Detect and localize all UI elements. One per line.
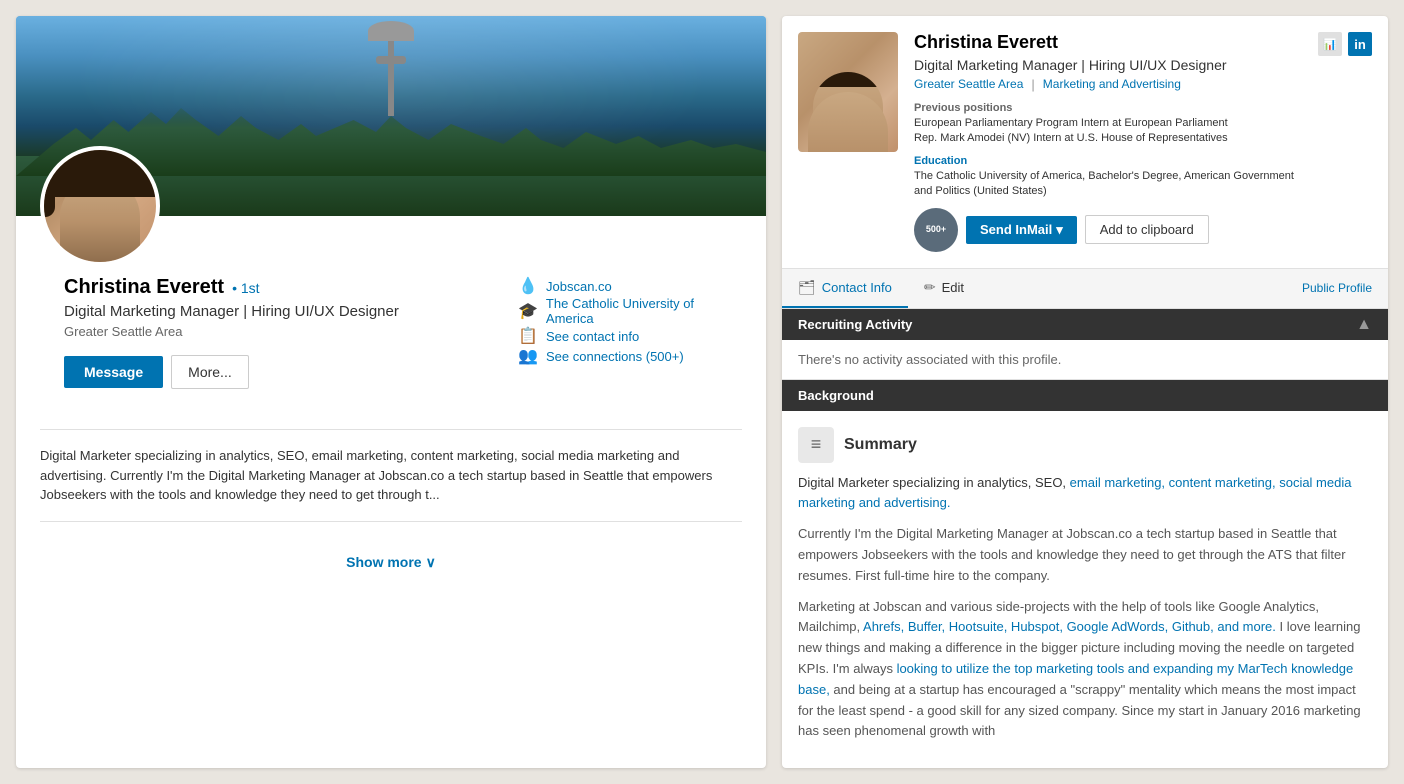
inmail-row: Send InMail ▾ Add to clipboard bbox=[966, 215, 1209, 244]
send-inmail-label: Send InMail bbox=[980, 222, 1052, 237]
profile-summary: Digital Marketer specializing in analyti… bbox=[40, 446, 742, 522]
summary-title-row: ≡ Summary bbox=[798, 427, 1372, 463]
connections-text: See connections (500+) bbox=[546, 349, 684, 364]
more-button[interactable]: More... bbox=[171, 355, 249, 389]
email-marketing-link[interactable]: email marketing, content marketing, soci… bbox=[798, 475, 1351, 511]
candidate-title: Digital Marketing Manager | Hiring UI/UX… bbox=[914, 57, 1302, 73]
header-actions: 📊 in bbox=[1318, 32, 1372, 64]
public-profile-link[interactable]: Public Profile bbox=[1286, 271, 1388, 305]
show-more-row: Show more ∨ bbox=[16, 538, 766, 587]
summary-block: ≡ Summary Digital Marketer specializing … bbox=[782, 411, 1388, 769]
connections-count-badge: 500+ bbox=[914, 208, 958, 252]
connections-badge: 500+ bbox=[914, 208, 958, 252]
profile-name: Christina Everett bbox=[64, 276, 224, 299]
jobscan-link[interactable]: 💧 Jobscan.co bbox=[518, 276, 718, 296]
candidate-avatar bbox=[798, 32, 898, 152]
prev-positions-label: Previous positions bbox=[914, 102, 1302, 114]
show-more-button[interactable]: Show more ∨ bbox=[346, 554, 436, 571]
inmail-dropdown-icon: ▾ bbox=[1056, 222, 1063, 238]
summary-section: Digital Marketer specializing in analyti… bbox=[16, 430, 766, 538]
message-button[interactable]: Message bbox=[64, 356, 163, 388]
prev-position-2: Rep. Mark Amodei (NV) Intern at U.S. Hou… bbox=[914, 131, 1302, 146]
education-text: The Catholic University of America, Bach… bbox=[914, 169, 1302, 200]
linkedin-icon[interactable]: in bbox=[1348, 32, 1372, 56]
contact-info-link[interactable]: 📋 See contact info bbox=[518, 326, 718, 346]
candidate-location-row: Greater Seattle Area | Marketing and Adv… bbox=[914, 77, 1302, 92]
profile-main: Christina Everett • 1st Digital Marketin… bbox=[40, 276, 742, 413]
connections-500-text: 500+ bbox=[926, 224, 946, 235]
profile-title: Digital Marketing Manager | Hiring UI/UX… bbox=[64, 303, 494, 320]
recruiting-activity-section: ▲ Recruiting Activity There's no activit… bbox=[782, 309, 1388, 380]
space-needle-decoration bbox=[388, 36, 394, 116]
candidate-header: Christina Everett Digital Marketing Mana… bbox=[782, 16, 1388, 269]
tab-edit[interactable]: ✏ Edit bbox=[908, 269, 980, 308]
recruiting-activity-title: Recruiting Activity bbox=[798, 317, 912, 332]
avatar-face bbox=[60, 177, 140, 266]
edit-tab-icon: ✏ bbox=[924, 279, 936, 296]
profile-location: Greater Seattle Area bbox=[64, 324, 494, 339]
action-buttons: Message More... bbox=[64, 355, 494, 389]
show-more-label: Show more bbox=[346, 554, 421, 570]
candidate-industry: Marketing and Advertising bbox=[1043, 77, 1181, 92]
candidate-location: Greater Seattle Area bbox=[914, 77, 1023, 92]
summary-icon: ≡ bbox=[798, 427, 834, 463]
background-header: Background bbox=[782, 380, 1388, 411]
profile-right: 💧 Jobscan.co 🎓 The Catholic University o… bbox=[518, 276, 718, 413]
summary-section-title: Summary bbox=[844, 436, 917, 454]
profile-left: Christina Everett • 1st Digital Marketin… bbox=[64, 276, 494, 413]
jobscan-icon: 💧 bbox=[518, 276, 538, 296]
location-separator: | bbox=[1031, 77, 1034, 92]
no-activity-text: There's no activity associated with this… bbox=[782, 340, 1388, 379]
summary-paragraph-3: Marketing at Jobscan and various side-pr… bbox=[798, 597, 1372, 743]
university-icon: 🎓 bbox=[518, 301, 538, 321]
tab-row: 🗂 Contact Info ✏ Edit Public Profile bbox=[782, 269, 1388, 309]
candidate-name: Christina Everett bbox=[914, 32, 1302, 53]
send-inmail-button[interactable]: Send InMail ▾ bbox=[966, 216, 1077, 244]
background-section: Background ≡ Summary Digital Marketer sp… bbox=[782, 380, 1388, 769]
add-clipboard-button[interactable]: Add to clipboard bbox=[1085, 215, 1209, 244]
contact-info-text: See contact info bbox=[546, 329, 639, 344]
profile-name-row: Christina Everett • 1st bbox=[64, 276, 494, 299]
chevron-down-icon: ∨ bbox=[426, 554, 436, 571]
tab-contact-info[interactable]: 🗂 Contact Info bbox=[782, 269, 908, 308]
education-label: Education bbox=[914, 155, 1302, 167]
education-section: Education The Catholic University of Ame… bbox=[914, 155, 1302, 200]
connections-link[interactable]: 👥 See connections (500+) bbox=[518, 346, 718, 366]
chart-icon[interactable]: 📊 bbox=[1318, 32, 1342, 56]
ahrefs-link[interactable]: Ahrefs, Buffer, Hootsuite, Hubspot, Goog… bbox=[863, 619, 1276, 634]
summary-paragraph-2: Currently I'm the Digital Marketing Mana… bbox=[798, 524, 1372, 586]
avatar bbox=[40, 146, 160, 266]
collapse-button[interactable]: ▲ bbox=[1356, 317, 1372, 333]
prev-position-1: European Parliamentary Program Intern at… bbox=[914, 116, 1302, 131]
header-icons: 📊 in bbox=[1318, 32, 1372, 56]
background-title: Background bbox=[798, 388, 874, 403]
candidate-info: Christina Everett Digital Marketing Mana… bbox=[914, 32, 1302, 252]
degree-badge: • 1st bbox=[232, 280, 259, 296]
contact-tab-label: Contact Info bbox=[822, 280, 892, 295]
right-panel: Christina Everett Digital Marketing Mana… bbox=[782, 16, 1388, 768]
connections-icon: 👥 bbox=[518, 346, 538, 366]
summary-paragraph-1: Digital Marketer specializing in analyti… bbox=[798, 473, 1372, 515]
university-text: The Catholic University of America bbox=[546, 296, 718, 326]
left-profile-panel: Christina Everett • 1st Digital Marketin… bbox=[16, 16, 766, 768]
looking-link[interactable]: looking to utilize the top marketing too… bbox=[798, 661, 1353, 697]
contact-icon: 📋 bbox=[518, 326, 538, 346]
contact-tab-icon: 🗂 bbox=[798, 279, 816, 296]
previous-positions: Previous positions European Parliamentar… bbox=[914, 102, 1302, 147]
university-link[interactable]: 🎓 The Catholic University of America bbox=[518, 296, 718, 326]
jobscan-text: Jobscan.co bbox=[546, 279, 612, 294]
edit-tab-label: Edit bbox=[942, 280, 964, 295]
recruiting-activity-header: ▲ Recruiting Activity bbox=[782, 309, 1388, 340]
